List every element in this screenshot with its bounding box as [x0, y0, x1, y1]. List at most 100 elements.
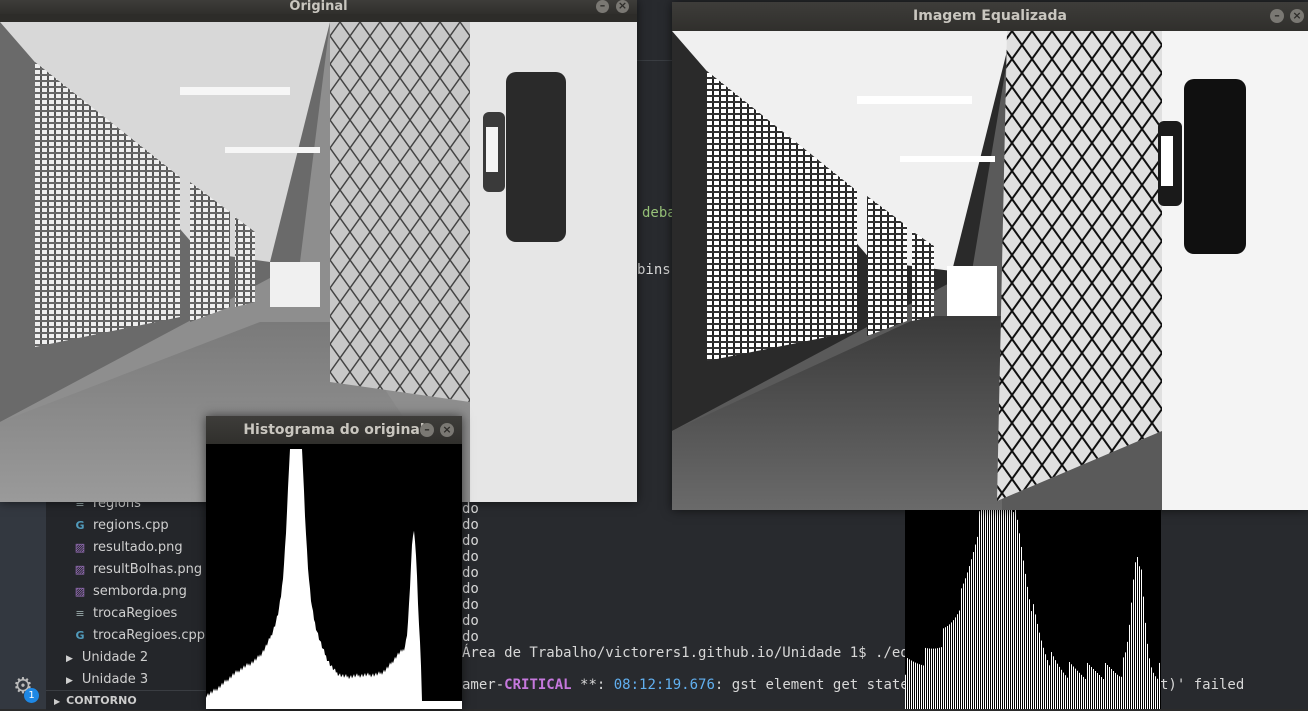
histogram-bar [1129, 624, 1130, 709]
histogram-bar [923, 665, 924, 709]
minimize-button[interactable]: – [1270, 9, 1284, 23]
histogram-bar [931, 648, 932, 709]
histogram-bar [1011, 510, 1012, 709]
histogram-bar [1055, 660, 1056, 709]
histogram-bar [927, 648, 928, 709]
histogram-bar [1007, 510, 1008, 709]
folder-item[interactable]: ▶ Unidade 2 [66, 647, 148, 669]
histogram-bar [1143, 596, 1144, 709]
histogram-bar [953, 620, 954, 709]
window-titlebar[interactable]: Original [0, 0, 637, 14]
histogram-bar [1095, 670, 1096, 709]
histogram-bar [911, 660, 912, 709]
histogram-bar [947, 625, 948, 709]
histogram-bar [981, 510, 982, 709]
histogram-bar [979, 511, 980, 709]
histogram-bar [933, 648, 934, 709]
file-item[interactable]: GtrocaRegioes.cpp [74, 625, 205, 647]
histogram-bar [917, 663, 918, 709]
histogram-bar [905, 674, 906, 709]
histogram-bar [1125, 652, 1126, 709]
cpp-file-icon: G [75, 519, 85, 532]
minimize-button[interactable]: – [596, 0, 609, 13]
chevron-right-icon: ▶ [54, 697, 61, 706]
close-button[interactable]: × [1290, 9, 1304, 23]
histogram-bar [1089, 664, 1090, 709]
code-fragment: deba [642, 205, 676, 221]
histogram-bar [1021, 546, 1022, 709]
histogram-bar [1025, 573, 1026, 709]
histogram-bar [1121, 676, 1122, 709]
histogram-bar [1067, 677, 1068, 709]
histogram-bar [1117, 674, 1118, 709]
histogram-bar [1033, 604, 1034, 709]
terminal-prompt-line: Área de Trabalho/victorers1.github.io/Un… [462, 645, 926, 661]
notification-badge: 1 [24, 688, 39, 703]
histogram-bar [983, 510, 984, 709]
histogram-bar [1087, 662, 1088, 709]
histogram-bar [921, 664, 922, 709]
histogram-bar [915, 662, 916, 709]
window-titlebar[interactable]: Imagem Equalizada [672, 2, 1308, 31]
histogram-bar [1077, 670, 1078, 709]
image-file-icon: ▨ [74, 541, 86, 554]
histogram-bar [995, 510, 996, 709]
histogram-bar [951, 622, 952, 709]
file-item[interactable]: Gregions.cpp [74, 515, 168, 537]
histogram-bar [977, 536, 978, 709]
close-button[interactable]: × [616, 0, 629, 13]
cpp-file-icon: G [75, 629, 85, 642]
terminal-line: do [462, 581, 479, 597]
histogram-bar [987, 510, 988, 709]
file-item[interactable]: ≡ trocaRegioes [74, 603, 177, 625]
histogram-bar [957, 614, 958, 709]
histogram-bar [1119, 676, 1120, 709]
histogram-bar [973, 552, 974, 709]
folder-item[interactable]: ▶ Unidade 3 [66, 669, 148, 691]
histogram-bar [949, 624, 950, 709]
image-file-icon: ▨ [74, 563, 86, 576]
histogram-bar [919, 664, 920, 709]
histogram-bar [1015, 510, 1016, 709]
histogram-bar [907, 658, 908, 709]
histogram-bar [1145, 622, 1146, 709]
terminal-line: do [462, 517, 479, 533]
histogram-bar [967, 572, 968, 709]
histogram-bar [909, 659, 910, 709]
histogram-bar [945, 627, 946, 709]
terminal-error-tail: t)' failed [1160, 677, 1245, 693]
histogram-bar [1043, 647, 1044, 709]
editor-divider [637, 60, 677, 61]
terminal-line: do [462, 565, 479, 581]
equalized-window[interactable]: Imagem Equalizada – × [672, 2, 1308, 510]
histogram-bar [1009, 510, 1010, 709]
histogram-bar [1053, 656, 1054, 709]
histogram-bar [1017, 519, 1018, 709]
histogram-bar [969, 566, 970, 709]
histogram-bar [1075, 668, 1076, 709]
histogram-canvas [206, 444, 462, 709]
minimize-button[interactable]: – [420, 423, 434, 437]
file-item[interactable]: ▨ resultBolhas.png [74, 559, 202, 581]
histogram-bar [1131, 602, 1132, 709]
histogram-bar [955, 617, 956, 709]
terminal-error-line: amer-CRITICAL **: 08:12:19.676: gst elem… [462, 677, 935, 693]
terminal-line: do [462, 597, 479, 613]
histogram-bar [1085, 678, 1086, 709]
histogram-bar [1081, 674, 1082, 709]
histogram-bar [1103, 678, 1104, 709]
window-title: Original [289, 0, 348, 14]
histogram-window[interactable]: Histograma do original – × [206, 416, 462, 709]
file-item[interactable]: ▨ semborda.png [74, 581, 187, 603]
histogram-bar [1063, 672, 1064, 709]
file-item[interactable]: ▨ resultado.png [74, 537, 183, 559]
terminal-line: do [462, 613, 479, 629]
histogram-bar [993, 510, 994, 709]
histogram-bar [1027, 586, 1028, 709]
histogram-bar [1069, 661, 1070, 709]
histogram-bar [1101, 676, 1102, 709]
histogram-bar [1035, 614, 1036, 709]
close-button[interactable]: × [440, 423, 454, 437]
window-title: Imagem Equalizada [913, 8, 1067, 24]
terminal-line: do [462, 629, 479, 645]
